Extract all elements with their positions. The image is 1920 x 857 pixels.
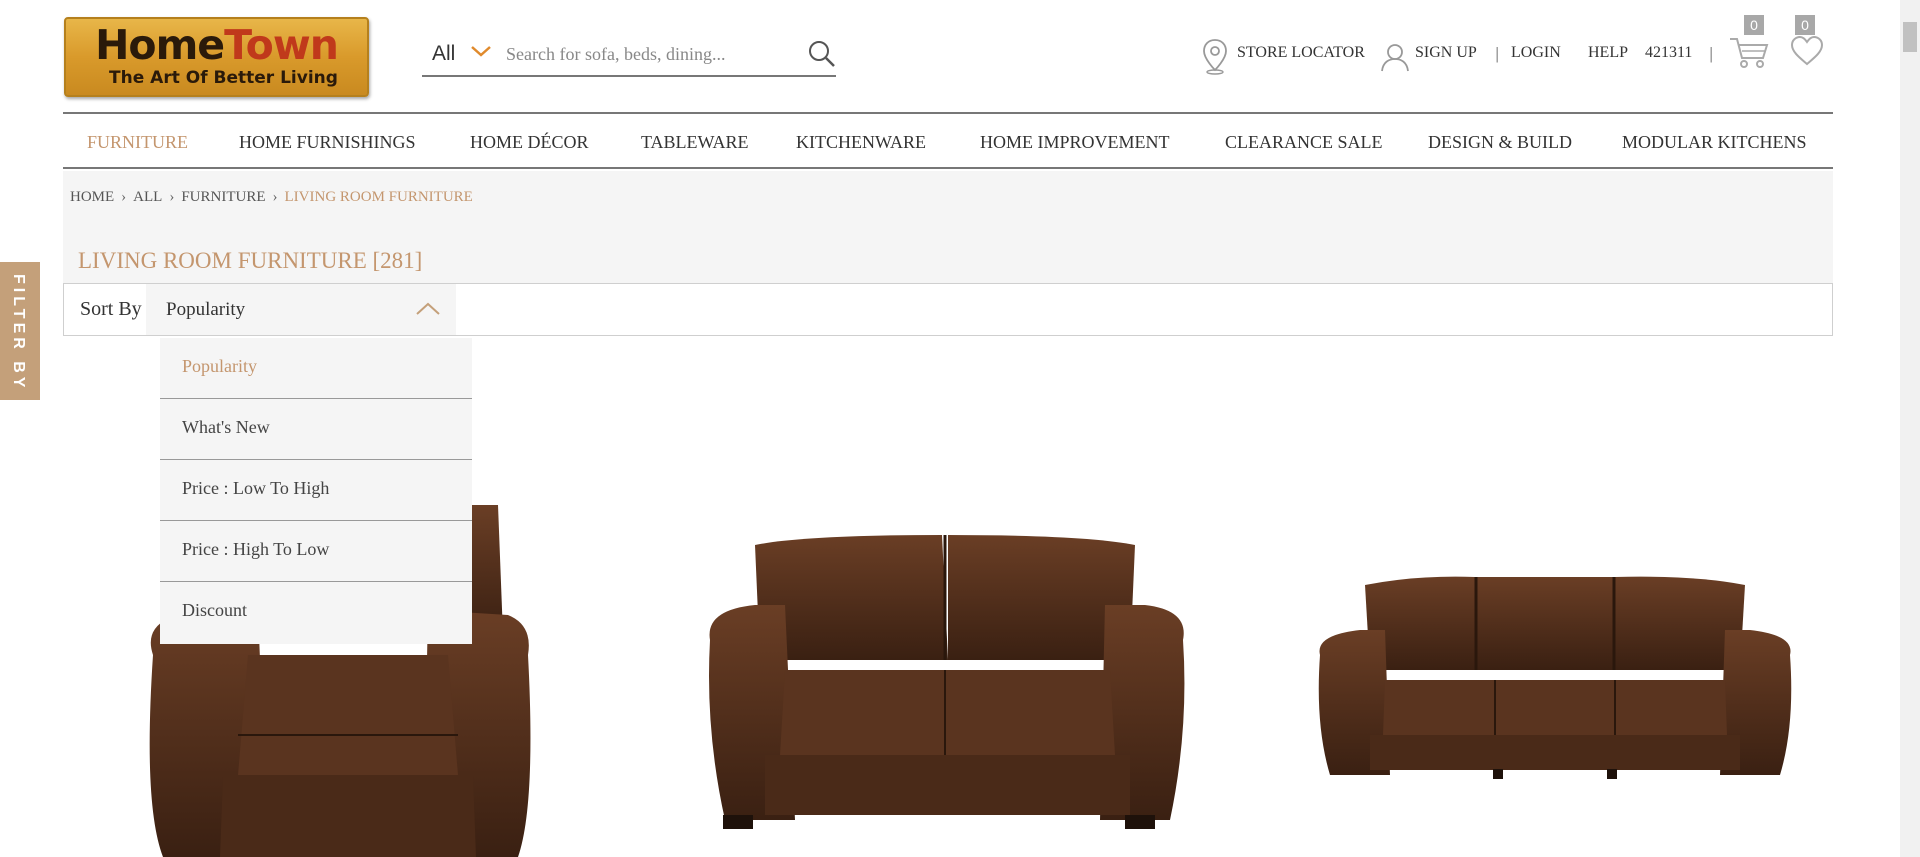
menu-home-decor[interactable]: HOME DÉCOR [470,132,589,153]
filter-by-label: FILTER BY [10,274,27,392]
breadcrumb: HOME › ALL › FURNITURE › LIVING ROOM FURNITURE [70,189,473,205]
location-pin-icon[interactable] [1202,38,1228,76]
help-link[interactable]: HELP [1588,44,1628,62]
sort-select[interactable]: Popularity [146,284,456,335]
menu-design-build[interactable]: DESIGN & BUILD [1428,132,1572,153]
sort-option-whats-new[interactable]: What's New [160,399,472,460]
divider: | [1495,44,1500,63]
user-icon[interactable] [1380,42,1410,72]
divider: | [1709,44,1714,63]
breadcrumb-all[interactable]: ALL [133,189,162,205]
page-scrollbar[interactable] [1900,0,1920,857]
logo-wordmark: HomeTown [95,21,339,69]
page-title: LIVING ROOM FURNITURE [281] [78,248,423,273]
pincode-text[interactable]: 421311 [1645,44,1692,62]
menu-modular-kitchens[interactable]: MODULAR KITCHENS [1622,132,1807,153]
menu-clearance-sale[interactable]: CLEARANCE SALE [1225,132,1383,153]
sort-option-price-low-high[interactable]: Price : Low To High [160,460,472,521]
search-input[interactable] [506,40,806,68]
menu-home-furnishings[interactable]: HOME FURNISHINGS [239,132,416,153]
sign-up-link[interactable]: SIGN UP [1415,44,1477,62]
login-link[interactable]: LOGIN [1511,44,1561,62]
two-seater-sofa-image[interactable] [705,530,1189,830]
menu-tableware[interactable]: TABLEWARE [641,132,749,153]
sort-option-price-high-low[interactable]: Price : High To Low [160,521,472,582]
search-icon[interactable] [808,40,836,68]
breadcrumb-furniture[interactable]: FURNITURE [181,189,265,205]
sort-option-discount[interactable]: Discount [160,582,472,643]
sort-bar: Sort By Popularity [63,283,1833,336]
sort-label: Sort By [80,298,142,320]
sort-selected-value: Popularity [166,299,246,320]
scrollbar-thumb[interactable] [1903,22,1917,52]
cart-count-badge: 0 [1744,15,1764,35]
main-menu: FURNITURE HOME FURNISHINGS HOME DÉCOR TA… [63,112,1833,169]
menu-furniture[interactable]: FURNITURE [87,132,188,153]
search-category[interactable]: All [432,42,455,66]
logo-tagline: The Art Of Better Living [109,68,338,88]
breadcrumb-home[interactable]: HOME [70,189,114,205]
chevron-down-icon[interactable] [470,44,492,58]
sort-option-popularity[interactable]: Popularity [160,338,472,399]
three-seater-sofa-image[interactable] [1315,575,1795,781]
menu-home-improvement[interactable]: HOME IMPROVEMENT [980,132,1170,153]
sort-dropdown: Popularity What's New Price : Low To Hig… [160,338,472,644]
heart-icon[interactable] [1790,36,1824,66]
breadcrumb-current: LIVING ROOM FURNITURE [284,189,473,205]
hometown-logo[interactable]: HomeTown The Art Of Better Living [64,17,369,97]
search-bar: All [422,34,836,77]
cart-icon[interactable] [1729,34,1769,70]
filter-by-tab[interactable]: FILTER BY [0,262,40,400]
menu-kitchenware[interactable]: KITCHENWARE [796,132,926,153]
store-locator-link[interactable]: STORE LOCATOR [1237,44,1365,62]
chevron-up-icon[interactable] [415,302,441,316]
wishlist-count-badge: 0 [1795,15,1815,35]
